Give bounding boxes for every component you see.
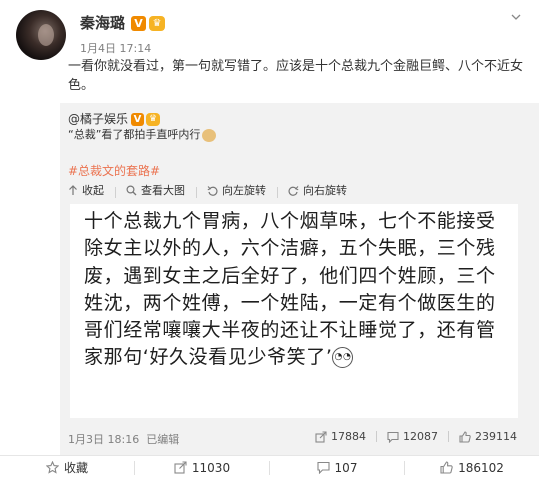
repost-comment-count[interactable]: 12087 [387, 430, 438, 443]
favorite-label: 收藏 [63, 461, 88, 475]
rotate-left-icon [207, 185, 218, 196]
comment-icon [316, 461, 330, 474]
collapse-label: 收起 [82, 184, 104, 197]
repost-text: “总裁”看了都拍手直呼内行 [68, 128, 201, 141]
arrow-up-icon [69, 184, 77, 195]
repost-author[interactable]: @橘子娱乐 [68, 112, 128, 126]
bottom-action-bar: 收藏 11030 107 186102 [0, 455, 539, 480]
image-actions: 收起 查看大图 向左旋转 向右旋转 [68, 182, 354, 199]
image-icon [126, 184, 137, 195]
chevron-down-icon[interactable] [511, 12, 521, 22]
share-count: 17884 [331, 430, 366, 443]
author-line: 秦海璐 V ♛ [80, 12, 166, 33]
view-large-label: 查看大图 [141, 184, 185, 197]
author-name[interactable]: 秦海璐 [80, 14, 125, 32]
like-count: 239114 [475, 430, 517, 443]
comment-icon [387, 431, 399, 443]
comment-count: 12087 [403, 430, 438, 443]
vip-crown-icon: ♛ [146, 113, 161, 126]
image-text-block: 十个总裁九个胃病，八个烟草味，七个不能接受除女主以外的人，六个洁癖，五个失眠，三… [84, 208, 512, 372]
favorite-button[interactable]: 收藏 [0, 455, 134, 480]
hashtag-link[interactable]: #总裁文的套路# [68, 162, 160, 179]
rotate-right-button[interactable]: 向右旋转 [288, 182, 347, 198]
like-icon [459, 430, 471, 443]
post-date[interactable]: 1月4日 17:14 [80, 40, 151, 56]
repost-like-count[interactable]: 239114 [459, 430, 517, 443]
avatar[interactable] [16, 10, 66, 60]
collapse-button[interactable]: 收起 [68, 182, 104, 198]
repost-meta: 1月3日 18:16 已编辑 [68, 431, 179, 447]
like-button[interactable]: 186102 [405, 455, 539, 480]
like-icon [440, 461, 453, 474]
image-text: 十个总裁九个胃病，八个烟草味，七个不能接受除女主以外的人，六个洁癖，五个失眠，三… [84, 210, 496, 369]
post-text: 一看你就没看过，第一句就写错了。应该是十个总裁九个金融巨鳄、八个不近女色。 [68, 59, 524, 93]
comment-count: 107 [334, 460, 358, 475]
rotate-right-icon [288, 185, 299, 196]
edited-label: 已编辑 [146, 433, 180, 446]
repost-date[interactable]: 1月3日 18:16 [68, 433, 139, 446]
repost-share-count[interactable]: 17884 [315, 430, 366, 443]
comment-button[interactable]: 107 [270, 455, 404, 480]
vip-crown-icon: ♛ [149, 16, 166, 31]
verified-badge-icon: V [131, 113, 145, 126]
star-icon [45, 461, 59, 474]
repost-button[interactable]: 11030 [135, 455, 269, 480]
verified-badge-icon: V [131, 16, 147, 31]
repost-stats: 17884 12087 239114 [305, 430, 517, 443]
rotate-left-button[interactable]: 向左旋转 [207, 182, 266, 198]
repost-author-line: @橘子娱乐 V ♛ [68, 110, 161, 127]
share-icon [315, 430, 327, 443]
like-count: 186102 [458, 460, 504, 475]
repost-count: 11030 [191, 460, 231, 475]
rotate-left-label: 向左旋转 [222, 184, 266, 197]
repost-text-line: “总裁”看了都拍手直呼内行 [68, 126, 217, 142]
rotate-right-label: 向右旋转 [303, 184, 347, 197]
cat-emoji-icon [202, 128, 217, 142]
view-large-button[interactable]: 查看大图 [126, 182, 185, 198]
shocked-emoji-icon: ◔◔ [332, 347, 354, 369]
share-icon [174, 461, 187, 474]
